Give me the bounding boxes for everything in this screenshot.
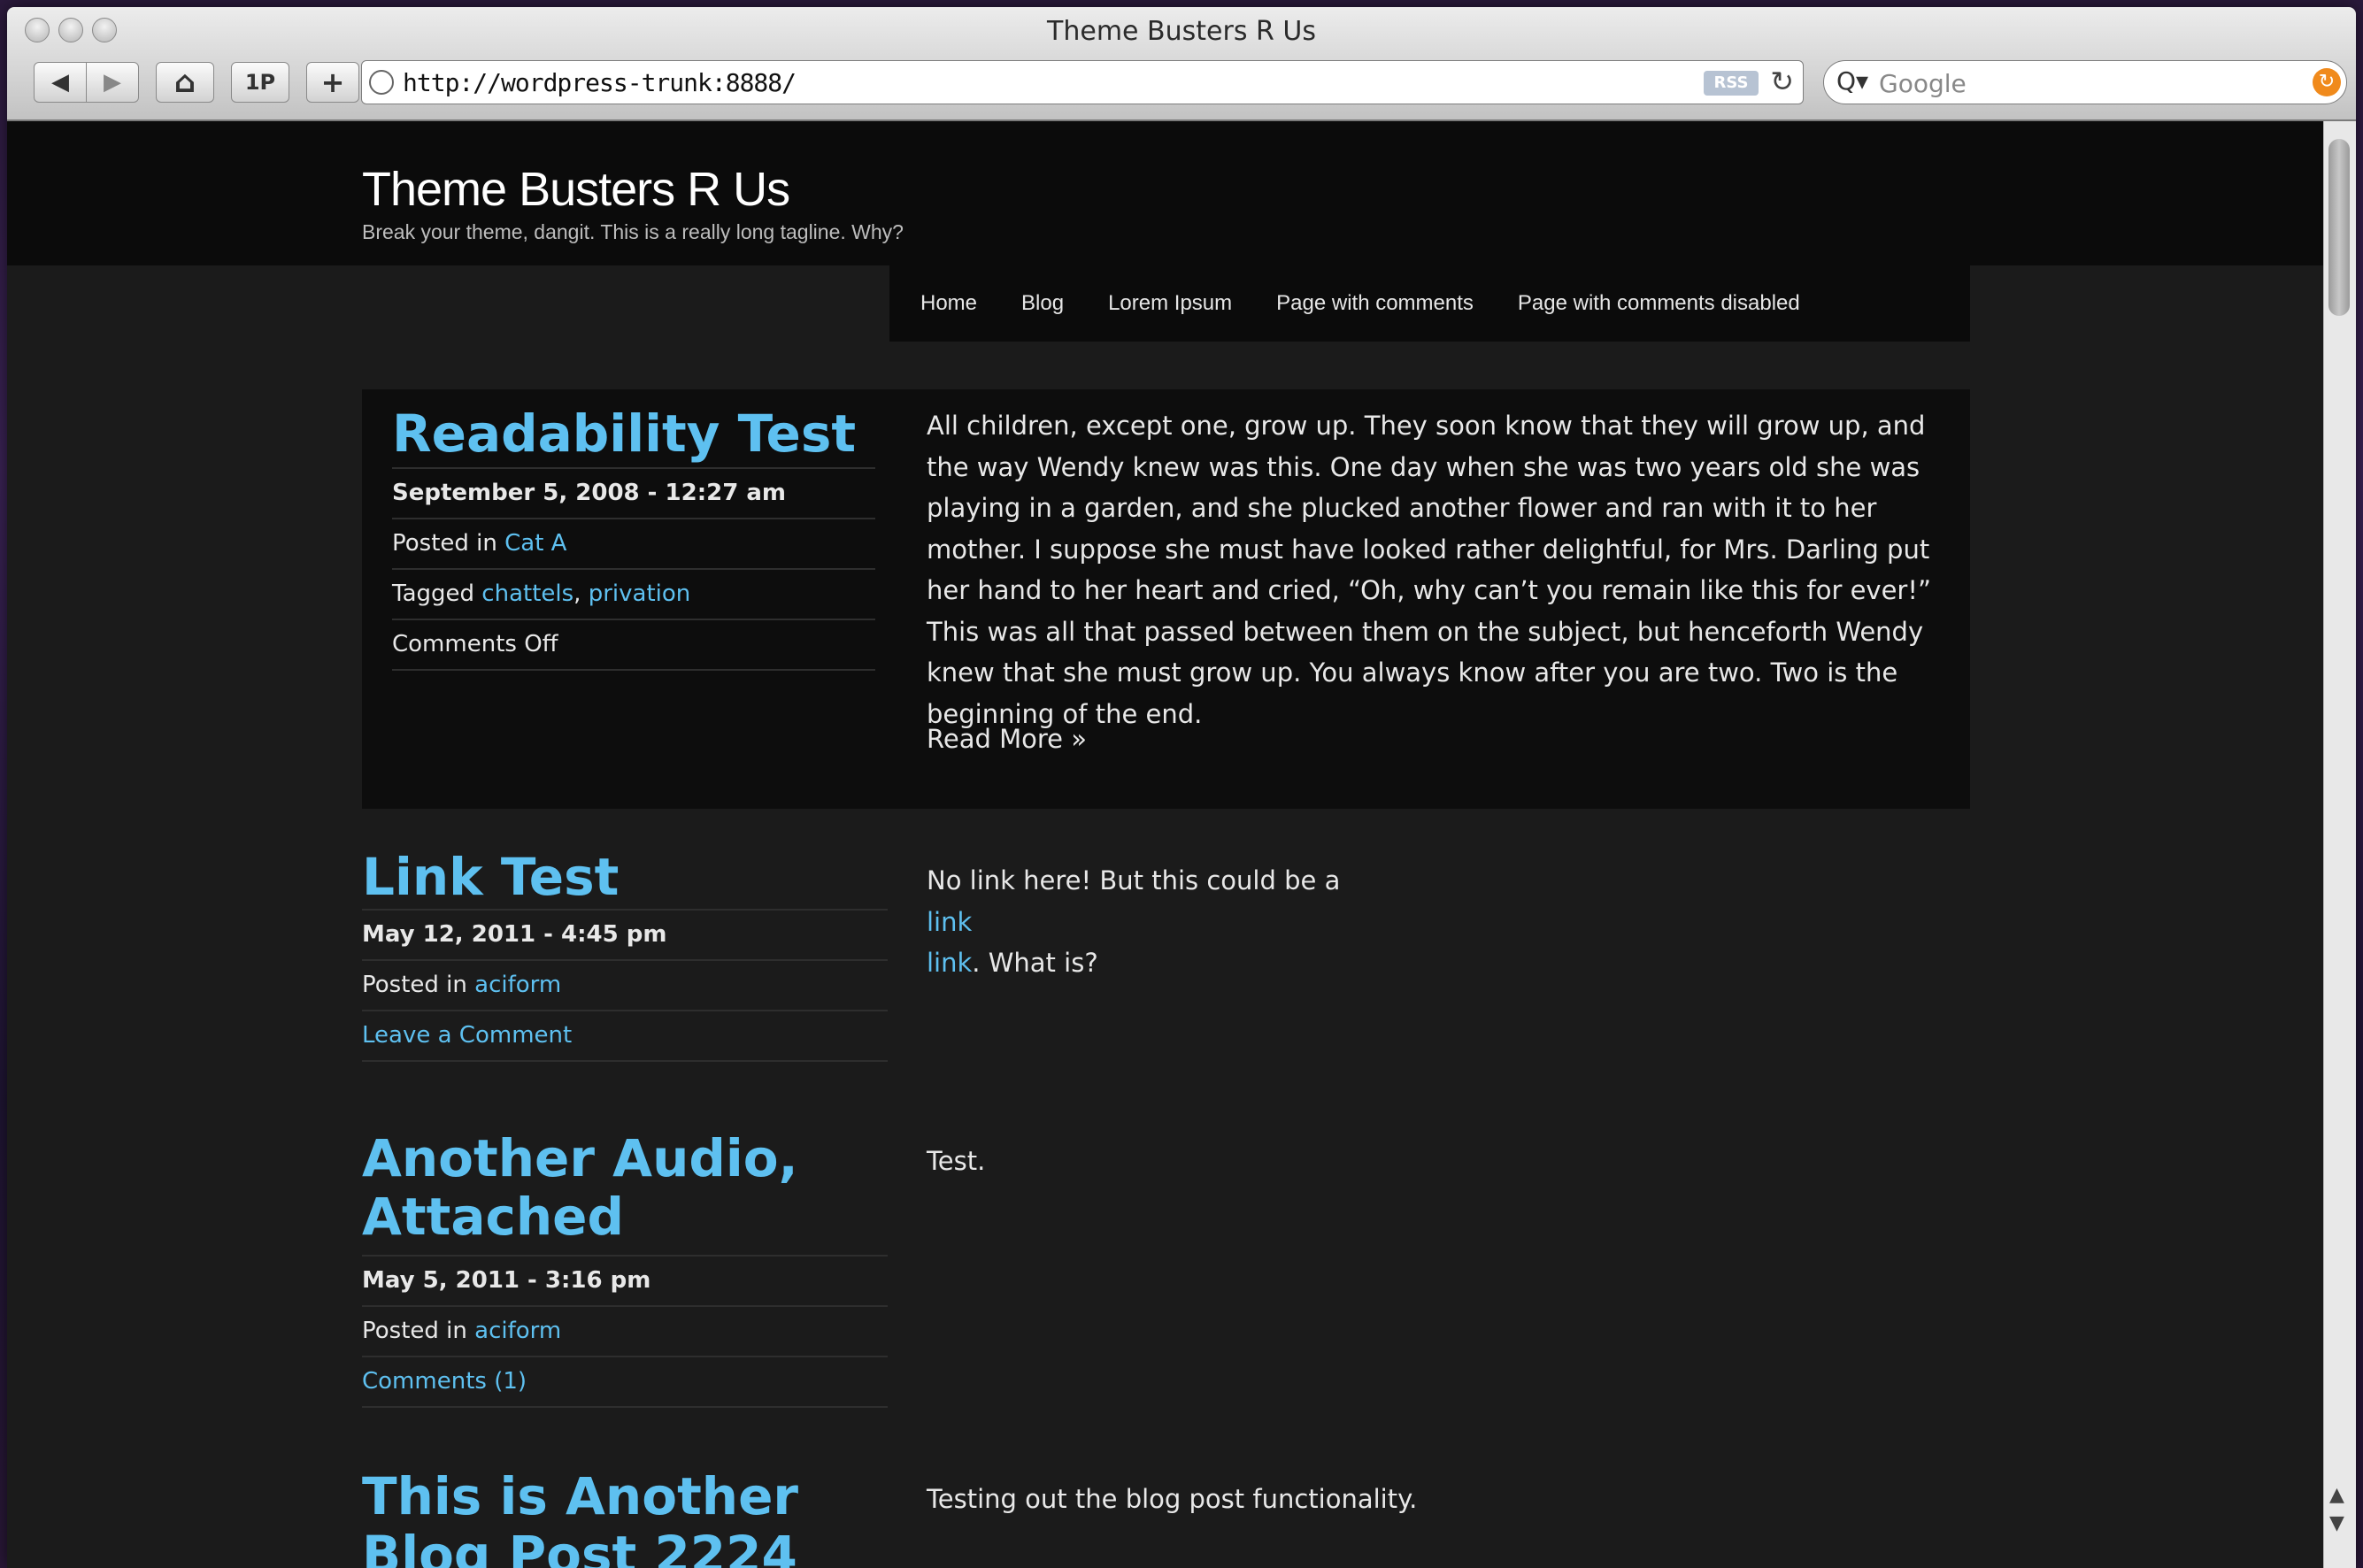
search-input[interactable]: Google xyxy=(1879,69,1967,98)
post-tags: Tagged chattels, privation xyxy=(392,570,875,620)
scrollbar-thumb[interactable] xyxy=(2328,139,2350,316)
nav-home[interactable]: Home xyxy=(920,291,977,316)
post-excerpt: No link here! But this could be a link l… xyxy=(927,860,1962,984)
nav-page-with-comments[interactable]: Page with comments xyxy=(1276,291,1474,316)
scroll-down-icon[interactable]: ▼ xyxy=(2329,1512,2344,1534)
content-link[interactable]: link xyxy=(927,902,1962,943)
forward-icon: ▶ xyxy=(104,69,121,96)
post-category: Posted in aciform xyxy=(362,1307,888,1358)
site-tagline: Break your theme, dangit. This is a real… xyxy=(362,220,904,243)
post-title[interactable]: Link Test xyxy=(362,848,888,907)
post-meta: September 5, 2008 - 12:27 am Posted in C… xyxy=(392,467,875,671)
post-comments: Comments Off xyxy=(392,620,875,671)
comments-link[interactable]: Comments (1) xyxy=(362,1357,888,1409)
post-excerpt: Test. xyxy=(927,1146,986,1176)
post-entry: Link Test May 12, 2011 - 4:45 pm Posted … xyxy=(362,848,888,1062)
post-title[interactable]: This is Another Blog Post 2224 xyxy=(362,1467,928,1568)
nav-page-with-comments-disabled[interactable]: Page with comments disabled xyxy=(1518,291,1800,316)
add-bookmark-button[interactable]: + xyxy=(306,62,359,103)
post-date: September 5, 2008 - 12:27 am xyxy=(392,467,875,519)
main-navigation: Home Blog Lorem Ipsum Page with comments… xyxy=(889,265,1970,342)
address-bar[interactable]: http://wordpress-trunk:8888/ RSS ↻ xyxy=(361,60,1804,104)
reload-icon[interactable]: ↻ xyxy=(1770,65,1794,98)
post-excerpt: Testing out the blog post functionality. xyxy=(927,1484,1418,1514)
search-field[interactable]: Q▾ Google ↻ xyxy=(1823,60,2347,104)
home-icon: ⌂ xyxy=(173,65,196,100)
forward-button[interactable]: ▶ xyxy=(86,62,139,103)
nav-lorem-ipsum[interactable]: Lorem Ipsum xyxy=(1108,291,1232,316)
category-link[interactable]: aciform xyxy=(474,972,561,998)
post-meta: May 12, 2011 - 4:45 pm Posted in aciform… xyxy=(362,908,888,1062)
post-date: May 12, 2011 - 4:45 pm xyxy=(362,908,888,961)
post-meta: May 5, 2011 - 3:16 pm Posted in aciform … xyxy=(362,1255,888,1409)
post-date: May 5, 2011 - 3:16 pm xyxy=(362,1255,888,1308)
home-button[interactable]: ⌂ xyxy=(156,62,214,103)
url-text[interactable]: http://wordpress-trunk:8888/ xyxy=(403,68,797,97)
site-title[interactable]: Theme Busters R Us xyxy=(362,162,790,217)
tag-link[interactable]: chattels xyxy=(481,580,573,607)
scroll-up-icon[interactable]: ▲ xyxy=(2329,1484,2344,1506)
post-excerpt: All children, except one, grow up. They … xyxy=(927,411,1932,729)
snapback-icon[interactable]: ↻ xyxy=(2313,68,2341,96)
comments-link[interactable]: Leave a Comment xyxy=(362,1011,888,1062)
onepassword-label: 1P xyxy=(244,70,276,95)
add-icon: + xyxy=(320,65,345,99)
site-icon xyxy=(369,70,394,95)
category-link[interactable]: aciform xyxy=(474,1318,561,1344)
category-link[interactable]: Cat A xyxy=(504,530,566,557)
vertical-scrollbar[interactable]: ▲ ▼ xyxy=(2323,121,2356,1568)
featured-post: Readability Test September 5, 2008 - 12:… xyxy=(362,389,1970,809)
back-button[interactable]: ◀ xyxy=(34,62,87,103)
web-page: Theme Busters R Us Break your theme, dan… xyxy=(7,121,2324,1568)
browser-toolbar: Theme Busters R Us ◀ ▶ ⌂ 1P + http://wor… xyxy=(7,7,2356,121)
browser-window: Theme Busters R Us ◀ ▶ ⌂ 1P + http://wor… xyxy=(7,7,2356,1568)
back-icon: ◀ xyxy=(51,69,69,96)
nav-blog[interactable]: Blog xyxy=(1021,291,1064,316)
tag-link[interactable]: privation xyxy=(589,580,691,607)
post-category: Posted in Cat A xyxy=(392,519,875,570)
post-entry: Another Audio, Attached May 5, 2011 - 3:… xyxy=(362,1129,888,1409)
rss-button[interactable]: RSS xyxy=(1704,71,1759,96)
site-header: Theme Busters R Us Break your theme, dan… xyxy=(7,121,2324,265)
read-more-link[interactable]: Read More » xyxy=(927,719,1087,760)
content-link[interactable]: link xyxy=(927,948,972,978)
search-icon[interactable]: Q▾ xyxy=(1836,66,1868,96)
post-title[interactable]: Another Audio, Attached xyxy=(362,1129,804,1246)
window-title: Theme Busters R Us xyxy=(1047,16,1316,47)
onepassword-button[interactable]: 1P xyxy=(231,62,289,103)
post-title[interactable]: Readability Test xyxy=(392,404,856,464)
post-category: Posted in aciform xyxy=(362,961,888,1011)
